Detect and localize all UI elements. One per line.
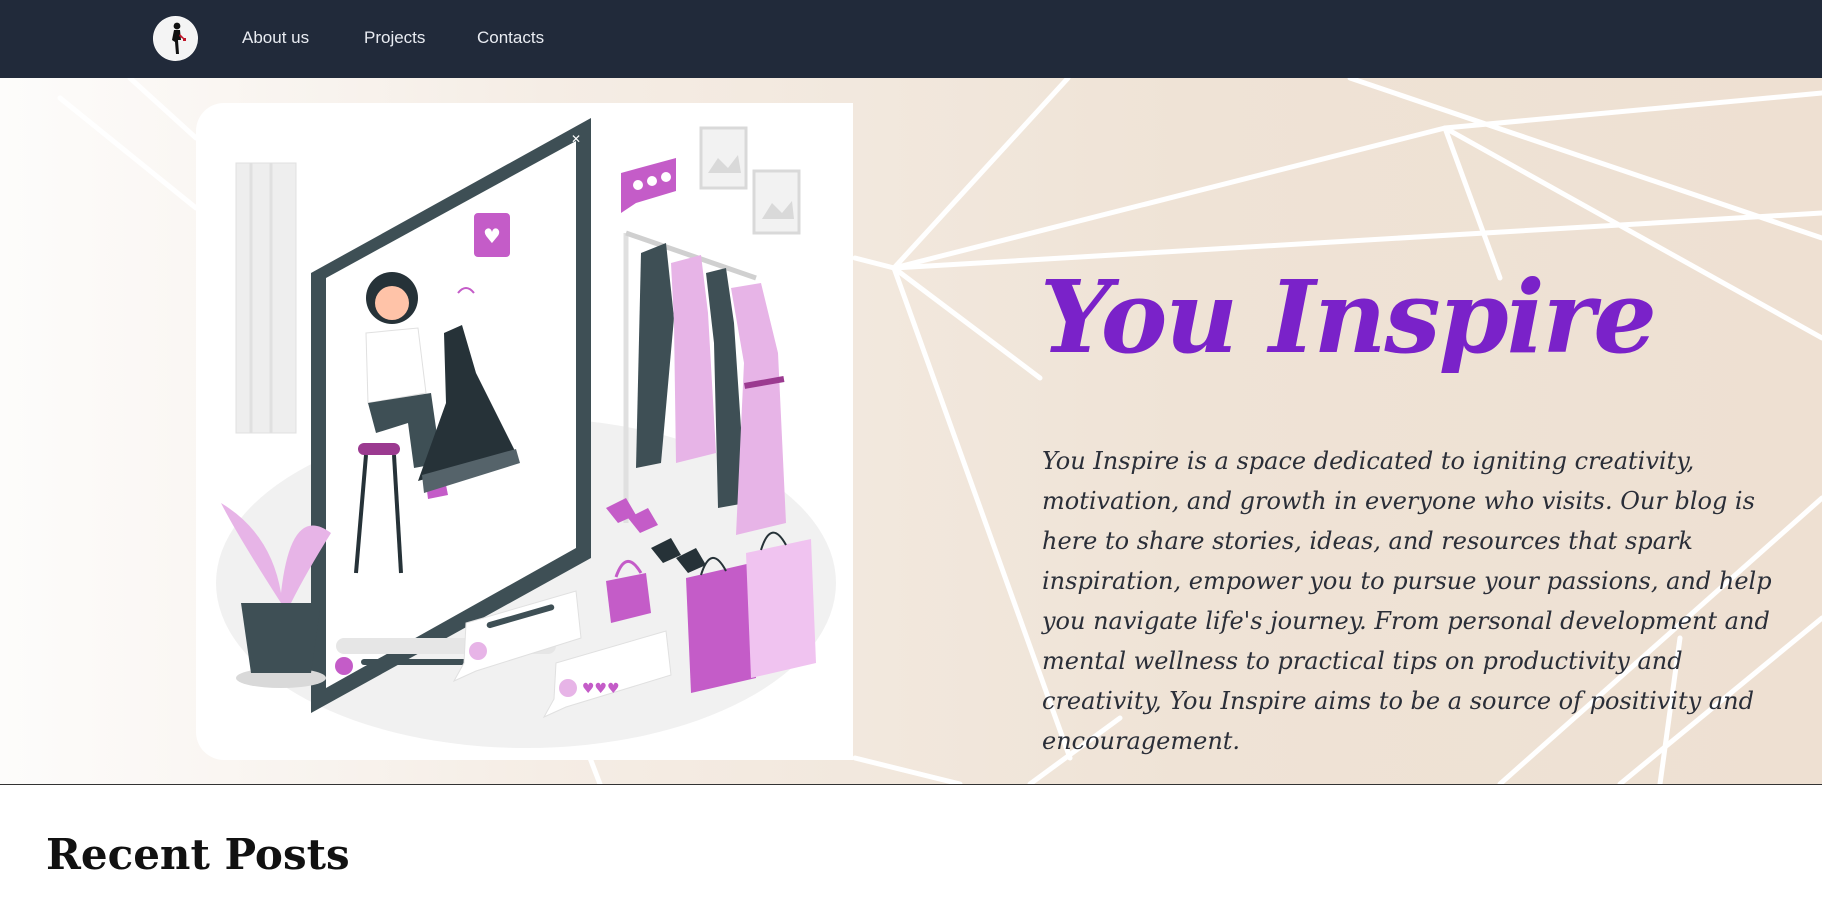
fashion-shopping-illustration: ✕ ♥ ♥♥♥ — [216, 118, 836, 748]
nav-projects[interactable]: Projects — [364, 28, 425, 48]
hero-illustration: ✕ ♥ ♥♥♥ — [196, 103, 853, 760]
nav-about-us[interactable]: About us — [242, 28, 309, 48]
recent-posts-heading: Recent Posts — [46, 830, 350, 879]
svg-text:♥: ♥ — [483, 224, 501, 248]
svg-text:♥♥♥: ♥♥♥ — [582, 681, 620, 697]
top-navbar: About us Projects Contacts — [0, 0, 1822, 78]
svg-text:✕: ✕ — [571, 132, 581, 146]
nav-contacts[interactable]: Contacts — [477, 28, 544, 48]
site-logo[interactable] — [153, 16, 198, 61]
hero-section: ✕ ♥ ♥♥♥ You Inspire You Inspire is a spa… — [0, 78, 1822, 785]
fashion-woman-logo-icon — [153, 16, 198, 61]
hero-description: You Inspire is a space dedicated to igni… — [1042, 447, 1772, 755]
hero-title: You Inspire — [1040, 258, 1657, 376]
